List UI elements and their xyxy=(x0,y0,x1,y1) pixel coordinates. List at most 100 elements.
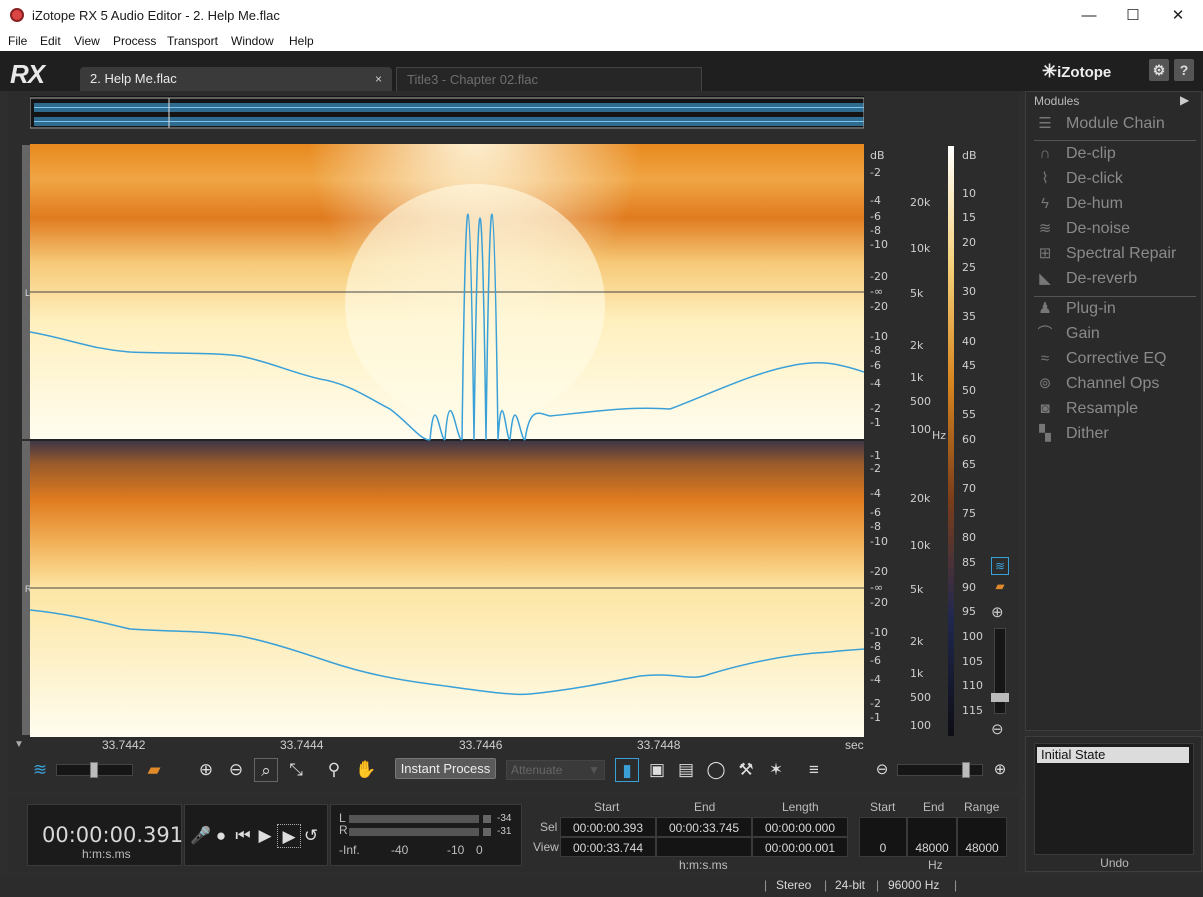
maximize-button[interactable]: ☐ xyxy=(1110,0,1156,31)
view-length-field[interactable]: 00:00:00.001 xyxy=(752,837,848,857)
play-selection-button[interactable]: ▶ xyxy=(277,824,301,848)
meter-label-r: R xyxy=(339,823,348,837)
module-gain[interactable]: ⌒ Gain xyxy=(1034,322,1199,346)
tab-close-icon[interactable]: × xyxy=(375,67,382,91)
history-list: Initial State xyxy=(1034,743,1194,855)
zoom-tool-icon[interactable]: ⚲ xyxy=(322,758,346,782)
module-spectral-repair[interactable]: ⊞ Spectral Repair xyxy=(1034,242,1199,266)
menu-file[interactable]: File xyxy=(8,34,27,48)
spectrogram-view[interactable] xyxy=(29,0,865,737)
module-plug-in[interactable]: ♟ Plug-in xyxy=(1034,297,1199,321)
transport-controls: 🎤 ● ⏮ ▶ ▶ ↺ xyxy=(184,804,328,866)
freq-start-field[interactable]: 0 xyxy=(859,817,907,857)
waveform-spectrogram-blend-icon[interactable]: ≋ xyxy=(28,758,52,782)
selection-unit: h:m:s.ms xyxy=(679,858,728,872)
color-scale-bar xyxy=(948,146,954,736)
module-de-clip[interactable]: ∩ De-clip xyxy=(1034,142,1199,166)
waveform-view-toggle-icon[interactable]: ≋ xyxy=(991,557,1009,575)
menu-help[interactable]: Help xyxy=(289,34,314,48)
spectrogram-svg xyxy=(29,0,865,737)
freq-range-header: Range xyxy=(964,800,1000,814)
module-de-noise[interactable]: ≋ De-noise xyxy=(1034,217,1199,241)
help-button[interactable]: ? xyxy=(1174,59,1194,81)
harmonic-selection-icon[interactable]: ≡ xyxy=(802,758,826,782)
loop-button[interactable]: ↺ xyxy=(299,824,323,848)
close-button[interactable]: ✕ xyxy=(1155,0,1201,31)
tab-chapter-02[interactable]: Title3 - Chapter 02.flac xyxy=(396,67,702,91)
level-meter: L R -34 -31 -Inf. -40 -10 0 xyxy=(330,804,522,866)
waveform-overview[interactable] xyxy=(29,96,865,129)
blend-slider-knob[interactable] xyxy=(90,762,98,778)
attenuate-dropdown[interactable]: Attenuate ▼ xyxy=(506,760,605,780)
status-bar: | Stereo | 24-bit | 96000 Hz | xyxy=(0,875,1203,897)
module-de-click[interactable]: ⌇ De-click xyxy=(1034,167,1199,191)
zoom-in-icon[interactable]: ⊕ xyxy=(194,758,218,782)
spectrogram-view-toggle-icon[interactable]: ▰ xyxy=(991,579,1009,595)
title-bar: iZotope RX 5 Audio Editor - 2. Help Me.f… xyxy=(0,0,1203,31)
module-corrective-eq[interactable]: ≈ Corrective EQ xyxy=(1034,347,1199,371)
vertical-zoom-in-icon[interactable]: ⊕ xyxy=(991,603,1004,621)
meter-scale-label: 0 xyxy=(476,843,483,857)
menu-edit[interactable]: Edit xyxy=(40,34,61,48)
status-separator: | xyxy=(824,878,828,892)
module-de-hum[interactable]: ϟ De-hum xyxy=(1034,192,1199,216)
de-click-icon: ⌇ xyxy=(1041,170,1049,187)
brush-tool-icon[interactable]: ⚒ xyxy=(734,758,758,782)
frequency-unit: Hz xyxy=(928,858,943,872)
menu-window[interactable]: Window xyxy=(231,34,274,48)
menu-bar: File Edit View Process Transport Window … xyxy=(0,31,1203,51)
tab-help-me[interactable]: 2. Help Me.flac × xyxy=(80,67,392,91)
settings-gear-icon[interactable]: ⚙ xyxy=(1149,59,1169,81)
tab-label: Title3 - Chapter 02.flac xyxy=(407,72,539,87)
spectrogram-mode-icon[interactable]: ▰ xyxy=(142,758,166,782)
vertical-zoom-out-icon[interactable]: ⊖ xyxy=(991,720,1004,738)
module-module-chain[interactable]: ☰ Module Chain xyxy=(1034,112,1199,136)
menu-view[interactable]: View xyxy=(74,34,100,48)
minimize-button[interactable]: — xyxy=(1066,0,1112,31)
module-de-reverb[interactable]: ◣ De-reverb xyxy=(1034,267,1199,291)
de-noise-icon: ≋ xyxy=(1038,220,1052,237)
module-resample[interactable]: ◙ Resample xyxy=(1034,397,1199,421)
rectangle-selection-icon[interactable]: ▣ xyxy=(645,758,669,782)
undo-label: Undo xyxy=(1100,856,1129,870)
vertical-zoom-slider[interactable] xyxy=(991,628,1009,714)
skip-to-start-button[interactable]: ⏮ xyxy=(231,824,255,848)
lasso-tool-icon[interactable]: ◯ xyxy=(704,758,728,782)
menu-process[interactable]: Process xyxy=(113,34,156,48)
resample-icon: ◙ xyxy=(1040,400,1050,417)
magic-wand-icon[interactable]: ✶ xyxy=(764,758,788,782)
de-hum-icon: ϟ xyxy=(1041,195,1049,212)
sel-start-field[interactable]: 00:00:00.393 xyxy=(560,817,656,837)
horizontal-zoom-out-icon[interactable]: ⊖ xyxy=(870,758,894,782)
view-start-field[interactable]: 00:00:33.744 xyxy=(560,837,656,857)
time-selection-tool-icon[interactable]: ▮ xyxy=(615,758,639,782)
horizontal-zoom-knob[interactable] xyxy=(962,762,970,778)
menu-transport[interactable]: Transport xyxy=(167,34,218,48)
expand-arrow-icon[interactable]: ▼ xyxy=(14,739,24,750)
record-button[interactable]: ● xyxy=(209,824,233,848)
tab-label: 2. Help Me.flac xyxy=(90,71,177,86)
sel-end-field[interactable]: 00:00:33.745 xyxy=(656,817,752,837)
modules-expand-icon[interactable]: ▶ xyxy=(1180,93,1189,107)
freq-end-field[interactable]: 48000 xyxy=(907,817,957,857)
play-button[interactable]: ▶ xyxy=(253,824,277,848)
zoom-selection-icon[interactable]: ⌕ xyxy=(254,758,278,782)
instant-process-button[interactable]: Instant Process xyxy=(395,758,496,779)
vertical-zoom-knob[interactable] xyxy=(991,693,1009,702)
module-chain-icon: ☰ xyxy=(1038,115,1052,132)
freq-range-field[interactable]: 48000 xyxy=(957,817,1007,857)
module-separator xyxy=(1034,140,1196,141)
izotope-star-icon: ✳ xyxy=(1042,61,1058,81)
module-channel-ops[interactable]: ⊚ Channel Ops xyxy=(1034,372,1199,396)
sel-length-field[interactable]: 00:00:00.000 xyxy=(752,817,848,837)
horizontal-zoom-slider[interactable] xyxy=(897,764,983,776)
horizontal-zoom-in-icon[interactable]: ⊕ xyxy=(988,758,1012,782)
view-end-field[interactable] xyxy=(656,837,752,857)
zoom-out-icon[interactable]: ⊖ xyxy=(224,758,248,782)
zoom-fit-icon[interactable]: ⤡ xyxy=(284,758,308,782)
hand-tool-icon[interactable]: ✋ xyxy=(354,758,378,782)
history-item-initial-state[interactable]: Initial State xyxy=(1037,747,1189,763)
module-label: Channel Ops xyxy=(1066,375,1160,392)
frequency-selection-icon[interactable]: ▤ xyxy=(674,758,698,782)
module-dither[interactable]: ▚ Dither xyxy=(1034,422,1199,446)
